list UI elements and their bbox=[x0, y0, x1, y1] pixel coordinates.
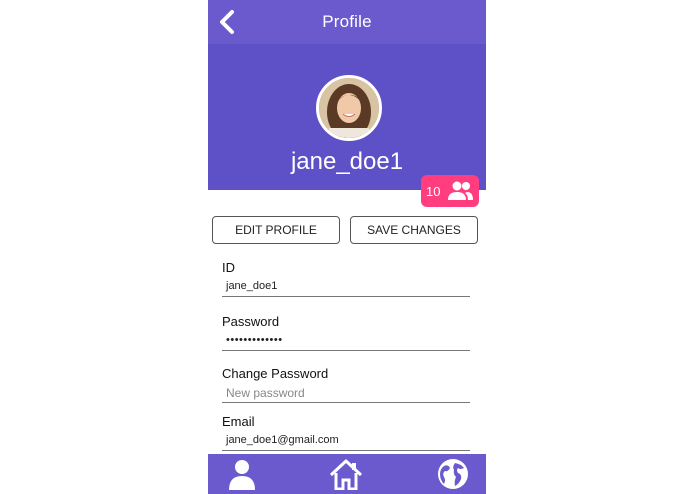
friends-count: 10 bbox=[426, 184, 441, 199]
group-icon bbox=[448, 181, 473, 200]
email-field: Email jane_doe1@gmail.com bbox=[222, 414, 470, 451]
phone-screen: Profile jane_doe1 10 EDIT PROFILE SAVE C… bbox=[208, 0, 486, 494]
home-icon[interactable] bbox=[329, 458, 363, 490]
avatar bbox=[316, 75, 382, 141]
id-field: ID jane_doe1 bbox=[222, 260, 470, 297]
avatar-photo bbox=[319, 78, 379, 138]
email-input[interactable]: jane_doe1@gmail.com bbox=[222, 434, 470, 451]
change-password-field: Change Password New password bbox=[222, 366, 470, 403]
password-label: Password bbox=[222, 314, 280, 329]
bottom-nav bbox=[208, 454, 486, 494]
page-title: Profile bbox=[322, 12, 372, 31]
change-password-label: Change Password bbox=[222, 366, 329, 381]
edit-profile-button[interactable]: EDIT PROFILE bbox=[212, 216, 340, 244]
profile-username: jane_doe1 bbox=[290, 148, 404, 175]
save-changes-button[interactable]: SAVE CHANGES bbox=[350, 216, 478, 244]
password-field: Password ••••••••••••• bbox=[222, 314, 470, 351]
person-icon[interactable] bbox=[225, 458, 259, 490]
top-bar: Profile bbox=[208, 0, 486, 44]
profile-header: jane_doe1 bbox=[208, 44, 486, 190]
id-input[interactable]: jane_doe1 bbox=[222, 280, 470, 297]
new-password-input[interactable]: New password bbox=[222, 386, 470, 403]
id-label: ID bbox=[222, 260, 235, 275]
globe-icon[interactable] bbox=[436, 458, 470, 490]
email-label: Email bbox=[222, 414, 255, 429]
friends-badge[interactable]: 10 bbox=[421, 175, 479, 207]
password-input[interactable]: ••••••••••••• bbox=[222, 334, 470, 351]
